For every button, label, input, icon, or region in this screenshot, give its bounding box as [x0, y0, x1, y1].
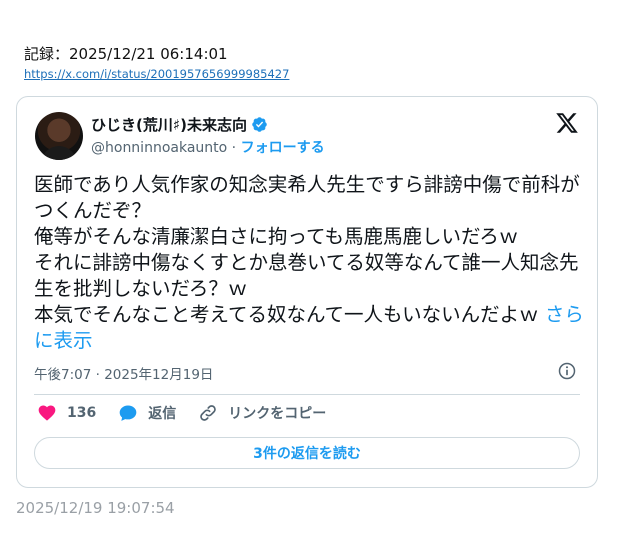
- tweet-timestamp[interactable]: 午後7:07 · 2025年12月19日: [34, 363, 213, 383]
- x-logo-icon[interactable]: [555, 111, 579, 135]
- copy-link-button[interactable]: リンクをコピー: [198, 403, 326, 423]
- like-button[interactable]: 136: [37, 403, 96, 423]
- tweet-card: ひじき(荒川♯)未来志向 @honninnoakaunto · フォローする 医…: [16, 96, 598, 488]
- like-count: 136: [67, 405, 97, 421]
- read-replies-button[interactable]: 3件の返信を読む: [34, 437, 580, 469]
- reply-button[interactable]: 返信: [118, 403, 176, 423]
- verified-badge-icon: [252, 117, 267, 132]
- display-name[interactable]: ひじき(荒川♯)未来志向: [91, 114, 247, 135]
- tweet-body: 医師であり人気作家の知念実希人先生ですら誹謗中傷で前科がつくんだぞ？ 俺等がそん…: [34, 173, 580, 326]
- record-label: 記録：2025/12/21 06:14:01: [24, 45, 228, 63]
- follow-button[interactable]: フォローする: [241, 140, 325, 156]
- info-icon[interactable]: [557, 361, 577, 381]
- divider: [34, 394, 580, 395]
- action-bar: 136 返信 リンクをコピー: [37, 403, 348, 423]
- link-icon: [200, 405, 217, 421]
- heart-icon: [38, 405, 56, 421]
- handle[interactable]: @honninnoakaunto: [91, 140, 227, 156]
- record-url-link[interactable]: https://x.com/i/status/20019576569999854…: [24, 67, 289, 81]
- tweet-text: 医師であり人気作家の知念実希人先生ですら誹謗中傷で前科がつくんだぞ？ 俺等がそん…: [34, 172, 584, 354]
- reply-label: 返信: [148, 406, 177, 422]
- handle-separator: ·: [227, 140, 241, 156]
- avatar[interactable]: [35, 112, 83, 160]
- copy-link-label: リンクをコピー: [228, 406, 327, 422]
- capture-time: 2025/12/19 19:07:54: [16, 499, 175, 517]
- author-name-row: ひじき(荒川♯)未来志向: [91, 114, 268, 135]
- handle-row: @honninnoakaunto · フォローする: [91, 137, 325, 157]
- reply-bubble-icon: [119, 405, 137, 421]
